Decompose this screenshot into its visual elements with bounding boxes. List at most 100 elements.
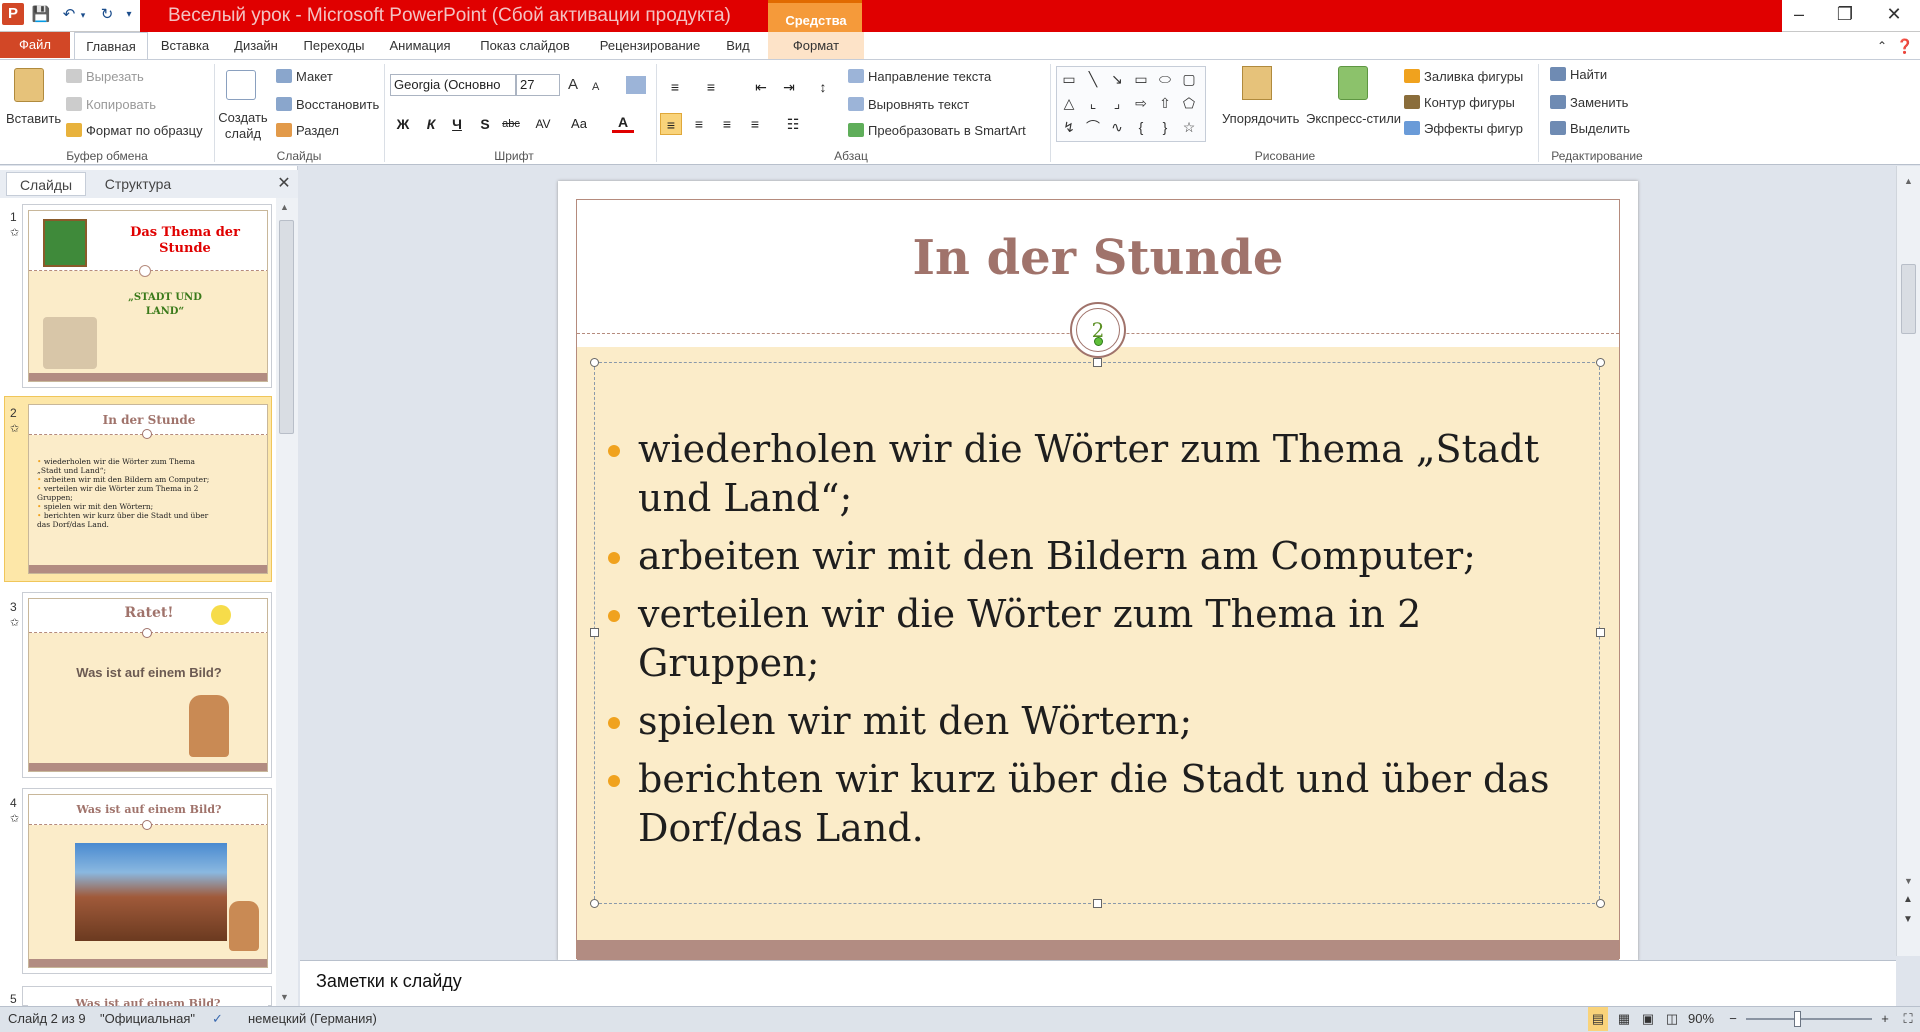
save-icon[interactable]: 💾 [30, 4, 52, 26]
cut-button[interactable]: Вырезать [66, 68, 144, 86]
elbow-connector-shape-icon[interactable]: ⌟ [1105, 91, 1129, 115]
zoom-level[interactable]: 90% [1688, 1007, 1714, 1031]
language-indicator[interactable]: немецкий (Германия) [248, 1007, 377, 1031]
freeform-shape-icon[interactable]: ∿ [1105, 115, 1129, 139]
minimize-button[interactable]: – [1776, 0, 1822, 30]
select-button[interactable]: Выделить [1550, 120, 1630, 138]
scroll-down-icon[interactable]: ▼ [280, 992, 289, 1002]
reset-button[interactable]: Восстановить [276, 96, 379, 114]
slideshow-icon[interactable]: ◫ [1662, 1007, 1682, 1031]
right-arrow-shape-icon[interactable]: ⇨ [1129, 91, 1153, 115]
reading-view-icon[interactable]: ▣ [1638, 1007, 1658, 1031]
resize-handle[interactable] [1093, 899, 1102, 908]
resize-handle[interactable] [590, 628, 599, 637]
shape-effects-button[interactable]: Эффекты фигур [1404, 120, 1523, 138]
slide-bullet-list[interactable]: wiederholen wir die Wörter zum Thema „St… [604, 425, 1574, 862]
replace-button[interactable]: Заменить [1550, 94, 1628, 112]
bold-button[interactable]: Ж [392, 113, 414, 135]
new-slide-icon[interactable] [226, 70, 256, 100]
align-text-button[interactable]: Выровнять текст [848, 96, 969, 114]
tab-review[interactable]: Рецензирование [590, 32, 710, 60]
curve-shape-icon[interactable]: ↯ [1057, 115, 1081, 139]
normal-view-icon[interactable]: ▤ [1588, 1007, 1608, 1031]
undo-dropdown-icon[interactable]: ▾ [72, 4, 94, 26]
tab-slides[interactable]: Слайды [6, 172, 86, 196]
align-center-icon[interactable]: ≡ [688, 113, 710, 135]
tab-file[interactable]: Файл [0, 32, 70, 58]
close-button[interactable]: ✕ [1868, 0, 1920, 30]
resize-handle[interactable] [1596, 358, 1605, 367]
resize-handle[interactable] [1596, 628, 1605, 637]
canvas-scrollbar[interactable]: ▲ ▼ ▲ ▼ [1896, 166, 1920, 956]
textbox-shape-icon[interactable]: ▭ [1057, 67, 1081, 91]
justify-icon[interactable]: ≡ [744, 113, 766, 135]
fit-to-window-icon[interactable]: ⛶ [1898, 1007, 1918, 1031]
strikethrough-button[interactable]: abc [500, 113, 522, 135]
resize-handle[interactable] [1596, 899, 1605, 908]
scroll-up-icon[interactable]: ▲ [280, 202, 289, 212]
paste-button[interactable]: Вставить [6, 110, 61, 128]
shapes-gallery[interactable]: ▭ ╲ ↘ ▭ ⬭ ▢ △ ⌞ ⌟ ⇨ ⇧ ⬠ ↯ ⌒ ∿{} ☆ [1056, 66, 1206, 142]
help-icon[interactable]: ❓ [1894, 32, 1916, 60]
triangle-shape-icon[interactable]: △ [1057, 91, 1081, 115]
arrow-line-shape-icon[interactable]: ↘ [1105, 67, 1129, 91]
line-spacing-icon[interactable]: ↕ [812, 76, 834, 98]
minimize-ribbon-icon[interactable]: ⌃ [1872, 32, 1892, 60]
grow-font-button[interactable]: A [568, 76, 578, 94]
star-shape-icon[interactable]: ☆ [1177, 115, 1201, 139]
tab-home[interactable]: Главная [74, 32, 148, 61]
find-button[interactable]: Найти [1550, 66, 1607, 84]
flowchart-shape-icon[interactable]: ⬠ [1177, 91, 1201, 115]
arrange-icon[interactable] [1242, 66, 1272, 100]
slide-thumbnail-2[interactable]: In der Stunde • wiederholen wir die Wört… [28, 404, 268, 574]
tab-animations[interactable]: Анимация [380, 32, 460, 60]
align-right-icon[interactable]: ≡ [716, 113, 738, 135]
layout-button[interactable]: Макет [276, 68, 333, 86]
zoom-out-button[interactable]: − [1724, 1007, 1742, 1031]
clear-formatting-icon[interactable] [626, 76, 646, 94]
previous-slide-icon[interactable]: ▲ [1903, 894, 1913, 905]
spellcheck-icon[interactable]: ✓ [212, 1007, 223, 1031]
up-arrow-shape-icon[interactable]: ⇧ [1153, 91, 1177, 115]
copy-button[interactable]: Копировать [66, 96, 156, 114]
tab-view[interactable]: Вид [716, 32, 760, 60]
connector-shape-icon[interactable]: ⌞ [1081, 91, 1105, 115]
maximize-button[interactable]: ❐ [1822, 0, 1868, 30]
text-direction-button[interactable]: Направление текста [848, 68, 991, 86]
line-shape-icon[interactable]: ╲ [1081, 67, 1105, 91]
tab-format[interactable]: Формат [768, 32, 864, 60]
increase-indent-icon[interactable]: ⇥ [778, 76, 800, 98]
oval-shape-icon[interactable]: ⬭ [1153, 67, 1177, 91]
tab-outline[interactable]: Структура [92, 172, 184, 196]
powerpoint-app-icon[interactable]: P [2, 3, 24, 25]
quick-styles-icon[interactable] [1338, 66, 1368, 100]
scroll-thumb[interactable] [279, 220, 294, 434]
scroll-up-icon[interactable]: ▲ [1904, 176, 1913, 186]
tab-transitions[interactable]: Переходы [294, 32, 374, 60]
zoom-slider-thumb[interactable] [1794, 1011, 1801, 1027]
customize-quick-access-icon[interactable]: ▾ [118, 4, 140, 26]
tab-design[interactable]: Дизайн [224, 32, 288, 60]
shadow-button[interactable]: S [474, 113, 496, 135]
bullet-item[interactable]: spielen wir mit den Wörtern; [604, 697, 1574, 746]
zoom-in-button[interactable]: + [1876, 1007, 1894, 1031]
right-brace-shape-icon[interactable]: } [1153, 115, 1177, 139]
new-slide-button[interactable]: Создать слайд [218, 110, 268, 142]
columns-icon[interactable]: ☷ [782, 113, 804, 135]
left-brace-shape-icon[interactable]: { [1129, 115, 1153, 139]
resize-handle[interactable] [1093, 358, 1102, 367]
shape-fill-button[interactable]: Заливка фигуры [1404, 68, 1523, 86]
bullets-icon[interactable]: ≡ [664, 76, 686, 98]
arrange-button[interactable]: Упорядочить [1222, 110, 1299, 128]
panel-scrollbar[interactable]: ▲ ▼ [276, 198, 298, 1006]
font-name-combo[interactable]: Georgia (Основно [390, 74, 516, 96]
decrease-indent-icon[interactable]: ⇤ [750, 76, 772, 98]
tab-insert[interactable]: Вставка [152, 32, 218, 60]
tab-slideshow[interactable]: Показ слайдов [466, 32, 584, 60]
notes-pane[interactable]: Заметки к слайду [300, 960, 1896, 1006]
scroll-thumb[interactable] [1901, 264, 1916, 334]
rotation-handle[interactable] [1094, 337, 1103, 346]
rounded-rect-shape-icon[interactable]: ▢ [1177, 67, 1201, 91]
character-spacing-button[interactable]: AV [532, 113, 554, 135]
bullet-item[interactable]: wiederholen wir die Wörter zum Thema „St… [604, 425, 1574, 523]
